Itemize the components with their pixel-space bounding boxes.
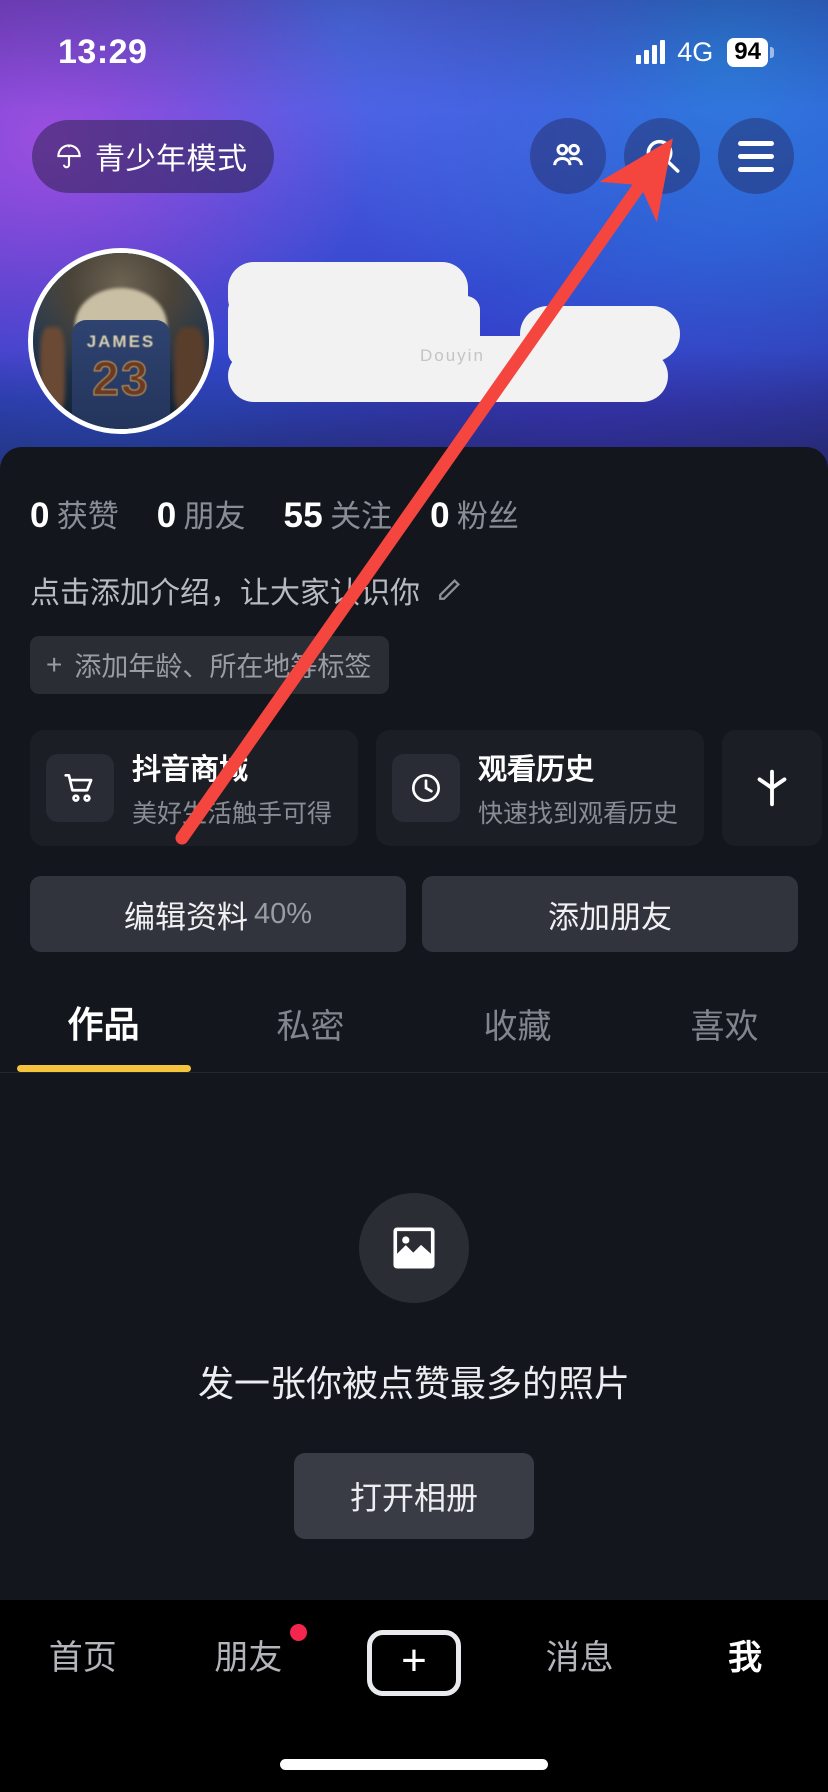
status-bar-time: 13:29 [58, 32, 148, 71]
douyin-spark-icon [757, 769, 787, 807]
douyin-spark-icon-wrap [738, 754, 806, 822]
notification-badge-dot [290, 1624, 308, 1641]
nav-item-messages[interactable]: 消息 [497, 1630, 663, 1679]
nav-item-me[interactable]: 我 [662, 1630, 828, 1679]
tab-private[interactable]: 私密 [207, 999, 414, 1072]
profile-stats-row: 0 获赞 0 朋友 55 关注 0 粉丝 [0, 447, 828, 536]
battery-percent-label: 94 [727, 37, 768, 67]
service-card-title: 抖音商城 [132, 754, 249, 786]
tab-label: 作品 [67, 1004, 140, 1045]
tab-works[interactable]: 作品 [0, 996, 207, 1072]
stat-value: 0 [156, 496, 177, 535]
stat-label: 粉丝 [456, 499, 519, 534]
clock-icon [412, 773, 441, 803]
status-bar-indicators: 4G 94 [636, 37, 774, 68]
stat-label: 关注 [330, 499, 393, 534]
image-placeholder-icon-wrap [359, 1193, 469, 1303]
service-card-text: 抖音商城 美好生活触手可得 [132, 746, 332, 830]
top-bar-actions [530, 118, 794, 194]
watermark: Douyin [420, 346, 485, 365]
stat-likes[interactable]: 0 获赞 [30, 491, 119, 536]
service-card-history[interactable]: 观看历史 快速找到观看历史 [376, 730, 705, 846]
stat-value: 0 [430, 496, 450, 535]
service-card-subtitle: 美好生活触手可得 [132, 800, 333, 828]
avatar-jersey-number: 23 [92, 352, 150, 406]
hamburger-menu-icon [738, 140, 774, 172]
bio-placeholder-text: 点击添加介绍，让大家认识你 [30, 577, 420, 610]
empty-state-message: 发一张你被点赞最多的照片 [197, 1363, 630, 1404]
tab-label: 私密 [276, 1008, 345, 1046]
shopping-cart-icon [64, 773, 93, 802]
nav-label: 首页 [48, 1639, 117, 1677]
service-card-mall[interactable]: 抖音商城 美好生活触手可得 [30, 730, 359, 846]
nav-label: 朋友 [214, 1639, 283, 1677]
stat-followers[interactable]: 0 粉丝 [430, 491, 519, 536]
empty-state: 发一张你被点赞最多的照片 打开相册 [0, 1073, 828, 1539]
service-card-title: 观看历史 [478, 754, 595, 786]
umbrella-icon [57, 143, 81, 168]
tab-likes[interactable]: 喜欢 [621, 999, 828, 1072]
network-type-label: 4G [677, 36, 714, 67]
nav-item-create[interactable]: + [331, 1630, 497, 1696]
status-bar: 13:29 4G 94 [0, 0, 828, 104]
stat-label: 获赞 [56, 499, 119, 534]
avatar-jersey-name: JAMES [86, 332, 156, 352]
tab-label: 收藏 [483, 1008, 552, 1046]
service-card-subtitle: 快速找到观看历史 [478, 800, 679, 828]
clock-icon-wrap [392, 754, 461, 822]
tab-collections[interactable]: 收藏 [414, 999, 621, 1072]
search-icon [646, 139, 680, 173]
friends-icon [553, 143, 583, 166]
add-tags-button[interactable]: + 添加年龄、所在地等标签 [30, 636, 390, 694]
add-tags-label: 添加年龄、所在地等标签 [74, 652, 372, 682]
avatar-image: JAMES 23 [33, 253, 209, 429]
app-screen: 13:29 4G 94 青少年模式 JAMES 23 Douyin 0 获赞 0… [0, 0, 828, 1792]
service-cards-row[interactable]: 抖音商城 美好生活触手可得 观看历史 快速找到观看历史 [0, 694, 828, 846]
open-album-button[interactable]: 打开相册 [293, 1453, 534, 1539]
edit-profile-label: 编辑资料 [123, 899, 248, 935]
stat-friends[interactable]: 0 朋友 [157, 491, 246, 536]
home-indicator [280, 1759, 548, 1770]
shopping-cart-icon-wrap [46, 754, 114, 822]
battery-cap [770, 46, 774, 58]
edit-profile-button[interactable]: 编辑资料 40% [30, 876, 406, 952]
stat-value: 0 [30, 496, 50, 535]
image-placeholder-icon [393, 1227, 435, 1269]
avatar[interactable]: JAMES 23 [28, 248, 214, 434]
friends-button[interactable] [530, 118, 606, 194]
nav-label: 我 [728, 1639, 763, 1677]
teen-mode-label: 青少年模式 [95, 142, 248, 176]
tab-label: 喜欢 [690, 1008, 759, 1046]
stat-label: 朋友 [183, 499, 246, 534]
nav-label: 消息 [545, 1639, 614, 1677]
bio-row[interactable]: 点击添加介绍，让大家认识你 [0, 536, 828, 612]
signal-bars-icon [636, 40, 666, 64]
search-button[interactable] [624, 118, 700, 194]
plus-create-icon[interactable]: + [366, 1630, 461, 1696]
menu-button[interactable] [718, 118, 794, 194]
edit-profile-percent: 40% [253, 897, 313, 930]
content-tabs: 作品 私密 收藏 喜欢 [0, 952, 828, 1073]
stat-following[interactable]: 55 关注 [284, 491, 393, 536]
nav-item-friends[interactable]: 朋友 [166, 1624, 332, 1679]
profile-action-buttons: 编辑资料 40% 添加朋友 [0, 846, 828, 952]
battery-icon: 94 [727, 37, 774, 67]
profile-top-bar: 青少年模式 [0, 108, 828, 204]
teen-mode-button[interactable]: 青少年模式 [32, 119, 274, 193]
plus-icon: + [46, 648, 63, 680]
add-friend-button[interactable]: 添加朋友 [422, 876, 798, 952]
nav-item-home[interactable]: 首页 [0, 1630, 166, 1679]
add-friend-label: 添加朋友 [548, 899, 672, 935]
stat-value: 55 [283, 496, 324, 535]
service-card-text: 观看历史 快速找到观看历史 [478, 746, 678, 830]
pencil-icon [439, 579, 460, 600]
profile-content-sheet: 0 获赞 0 朋友 55 关注 0 粉丝 点击添加介绍，让大家认识你 + 添加年… [0, 447, 828, 1600]
service-card-extra[interactable] [722, 730, 823, 846]
